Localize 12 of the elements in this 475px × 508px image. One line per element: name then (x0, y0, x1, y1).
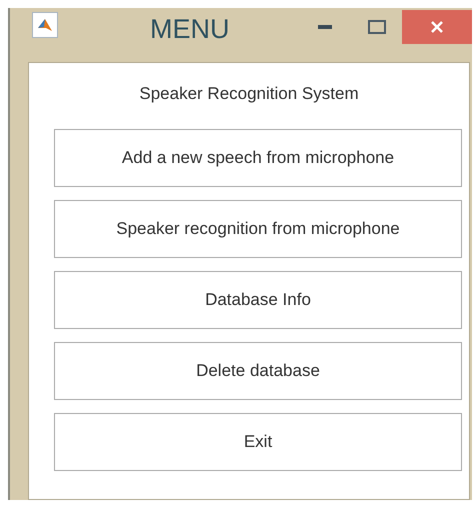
minimize-icon (318, 25, 332, 29)
window-title: MENU (150, 13, 230, 44)
menu-button[interactable]: Database Info (54, 270, 462, 328)
menu-button[interactable]: Add a new speech from microphone (54, 128, 462, 186)
menu-button[interactable]: Exit (54, 412, 462, 470)
system-heading: Speaker Recognition System (139, 83, 359, 105)
close-button[interactable] (402, 10, 472, 44)
close-icon (430, 20, 444, 34)
maximize-icon (368, 20, 386, 34)
menu-button[interactable]: Speaker recognition from microphone (54, 200, 462, 258)
app-logo-icon (32, 12, 58, 38)
menu-button[interactable]: Delete database (54, 342, 462, 400)
